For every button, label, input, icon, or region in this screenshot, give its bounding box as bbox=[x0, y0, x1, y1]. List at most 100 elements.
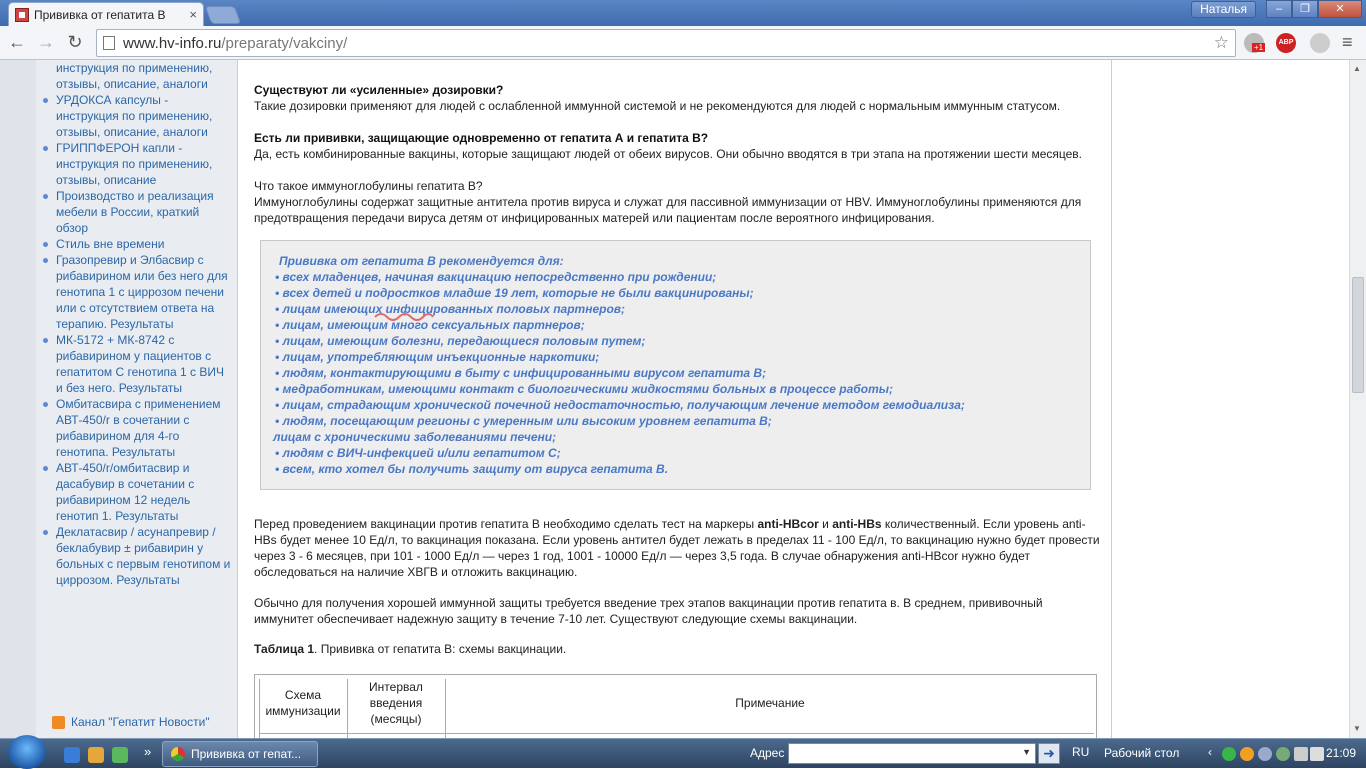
tray-icon[interactable] bbox=[1258, 747, 1272, 761]
sidebar-link[interactable]: Стиль вне времени bbox=[43, 236, 234, 252]
tab-title: Прививка от гепатита В bbox=[34, 7, 166, 22]
tab-close-icon[interactable]: × bbox=[189, 7, 197, 22]
faq-answer: Иммуноглобулины содержат защитные антите… bbox=[254, 195, 1082, 225]
extension-icon[interactable] bbox=[1310, 33, 1330, 53]
table-header-cell: Схема иммунизации bbox=[265, 688, 341, 718]
tray-icon[interactable] bbox=[1222, 747, 1236, 761]
faq-answer: Такие дозировки применяют для людей с ос… bbox=[254, 99, 1061, 113]
faq-question: Существуют ли «усиленные» дозировки? bbox=[254, 83, 504, 97]
sidebar-link[interactable]: инструкция по применению, отзывы, описан… bbox=[56, 60, 234, 92]
rss-link[interactable]: Канал "Гепатит Новости" bbox=[52, 715, 210, 729]
faq-dosage: Существуют ли «усиленные» дозировки? Так… bbox=[254, 82, 1100, 114]
page-left-margin bbox=[0, 60, 36, 738]
paragraph-text: Перед проведением вакцинации против гепа… bbox=[254, 517, 758, 531]
faq-question: Что такое иммуноглобулины гепатита В? bbox=[254, 179, 483, 193]
marker-anti-hbs: anti-HBs bbox=[832, 517, 882, 531]
sidebar-link[interactable]: Омбитасвира с применением АВТ-450/r в со… bbox=[43, 396, 234, 460]
box-item: • лицам, употребляющим инъекционные нарк… bbox=[275, 350, 600, 364]
table-caption-text: . Прививка от гепатита В: схемы вакцинац… bbox=[314, 642, 567, 656]
profile-button[interactable]: Наталья bbox=[1191, 1, 1256, 18]
sidebar-link[interactable]: ГРИППФЕРОН капли - инструкция по примене… bbox=[43, 140, 234, 188]
quicklaunch-overflow-icon[interactable]: » bbox=[144, 744, 151, 759]
recommendation-box: Прививка от гепатита В рекомендуется для… bbox=[260, 240, 1091, 490]
tray-icon[interactable] bbox=[1276, 747, 1290, 761]
browser-tab[interactable]: Прививка от гепатита В × bbox=[8, 2, 204, 26]
paint-icon[interactable] bbox=[112, 747, 128, 763]
url-text[interactable]: www.hv-info.ru/preparaty/vakciny/ bbox=[123, 35, 347, 52]
box-item: • всем, кто хотел бы получить защиту от … bbox=[275, 462, 669, 476]
address-toolbar-label: Адрес bbox=[750, 746, 785, 760]
address-bar[interactable]: www.hv-info.ru/preparaty/vakciny/ ☆ bbox=[96, 29, 1236, 57]
sidebar-link[interactable]: АВТ-450/r/омбитасвир и дасабувир в сочет… bbox=[43, 460, 234, 524]
sidebar-link[interactable]: МК-5172 + МК-8742 с рибавирином у пациен… bbox=[43, 332, 234, 396]
immunity-paragraph: Обычно для получения хорошей иммунной за… bbox=[254, 596, 1043, 626]
page-scrollbar[interactable]: ▲ ▼ bbox=[1349, 60, 1366, 738]
box-item: • лицам имеющих инфицированных половых п… bbox=[275, 302, 626, 316]
rss-label: Канал "Гепатит Новости" bbox=[71, 715, 210, 729]
rss-icon bbox=[52, 715, 65, 729]
windows-taskbar: » Прививка от гепат... Адрес ▼ ➜ RU Рабо… bbox=[0, 735, 1366, 769]
box-title: Прививка от гепатита В рекомендуется для… bbox=[279, 254, 564, 268]
sidebar-link[interactable]: УРДОКСА капсулы - инструкция по применен… bbox=[43, 92, 234, 140]
sidebar-links: инструкция по применению, отзывы, описан… bbox=[43, 60, 234, 588]
reload-button[interactable]: ↻ bbox=[64, 32, 86, 54]
box-item: • лицам, страдающим хронической почечной… bbox=[275, 398, 965, 412]
back-button[interactable]: ← bbox=[6, 32, 28, 54]
gmail-extension-icon[interactable]: +1 bbox=[1244, 33, 1266, 53]
bookmark-star-icon[interactable]: ☆ bbox=[1214, 33, 1229, 53]
address-go-button[interactable]: ➜ bbox=[1038, 743, 1060, 764]
forward-button[interactable]: → bbox=[35, 32, 57, 54]
browser-titlebar: Прививка от гепатита В × Наталья – ❐ ✕ bbox=[0, 0, 1366, 26]
new-tab-button[interactable] bbox=[204, 6, 242, 24]
box-item: • людям, контактирующими в быту с инфици… bbox=[275, 366, 767, 380]
right-column bbox=[1112, 60, 1349, 738]
scroll-up-icon[interactable]: ▲ bbox=[1353, 64, 1361, 73]
table-caption-label: Таблица 1 bbox=[254, 642, 315, 656]
taskbar-chrome-window[interactable]: Прививка от гепат... bbox=[162, 741, 318, 767]
table-border bbox=[347, 679, 348, 738]
dropdown-icon[interactable]: ▼ bbox=[1022, 747, 1031, 757]
spellcheck-squiggle-icon bbox=[374, 313, 434, 321]
media-player-icon[interactable] bbox=[64, 747, 80, 763]
table-header-cell: Интервал введения (месяцы) bbox=[369, 680, 423, 726]
marker-anti-hbcor: anti-HBcor bbox=[757, 517, 819, 531]
faq-combined: Есть ли прививки, защищающие одновременн… bbox=[254, 130, 1100, 162]
network-icon[interactable] bbox=[1294, 747, 1308, 761]
close-window-button[interactable]: ✕ bbox=[1318, 0, 1362, 18]
start-button[interactable] bbox=[8, 735, 46, 769]
language-indicator[interactable]: RU bbox=[1072, 745, 1089, 759]
box-item: лицам с хроническими заболеваниями печен… bbox=[273, 430, 557, 444]
chrome-icon bbox=[171, 747, 185, 761]
folder-icon[interactable] bbox=[88, 747, 104, 763]
window-controls: – ❐ ✕ bbox=[1266, 0, 1362, 18]
sidebar-link[interactable]: Деклатасвир / асунапревир / беклабувир ±… bbox=[43, 524, 234, 588]
volume-icon[interactable] bbox=[1310, 747, 1324, 761]
address-toolbar-input[interactable]: ▼ bbox=[788, 743, 1036, 764]
box-item: • всех детей и подростков младше 19 лет,… bbox=[275, 286, 754, 300]
sidebar-link[interactable]: Производство и реализация мебели в Росси… bbox=[43, 188, 234, 236]
scroll-down-icon[interactable]: ▼ bbox=[1353, 724, 1361, 733]
maximize-button[interactable]: ❐ bbox=[1292, 0, 1318, 18]
box-item: • людям с ВИЧ-инфекцией и/или гепатитом … bbox=[275, 446, 561, 460]
article-content: Существуют ли «усиленные» дозировки? Так… bbox=[238, 60, 1112, 738]
adblock-label: ABP bbox=[1278, 39, 1294, 46]
minimize-button[interactable]: – bbox=[1266, 0, 1292, 18]
faq-immunoglobulin: Что такое иммуноглобулины гепатита В? Им… bbox=[254, 178, 1100, 226]
taskbar-window-title: Прививка от гепат... bbox=[191, 747, 302, 761]
faq-answer: Да, есть комбинированные вакцины, которы… bbox=[254, 147, 1083, 161]
menu-wrench-icon[interactable]: ≡ bbox=[1342, 32, 1353, 53]
site-favicon-icon bbox=[15, 7, 29, 22]
page-icon bbox=[103, 36, 115, 50]
tray-expand-icon[interactable]: ‹ bbox=[1208, 745, 1212, 759]
box-item: • лицам, имеющим болезни, передающиеся п… bbox=[275, 334, 646, 348]
tray-icon[interactable] bbox=[1240, 747, 1254, 761]
adblock-extension-icon[interactable]: ABP bbox=[1276, 33, 1296, 53]
clock[interactable]: 21:09 bbox=[1326, 746, 1356, 760]
vaccination-schedule-table: Схема иммунизации Интервал введения (мес… bbox=[254, 674, 1097, 738]
browser-toolbar: ← → ↻ www.hv-info.ru/preparaty/vakciny/ … bbox=[0, 26, 1366, 60]
desktop-toolbar[interactable]: Рабочий стол bbox=[1104, 746, 1179, 760]
sidebar-link[interactable]: Гразопревир и Элбасвир с рибавирином или… bbox=[43, 252, 234, 332]
sidebar: инструкция по применению, отзывы, описан… bbox=[36, 60, 238, 738]
table-border bbox=[259, 733, 1094, 734]
scroll-thumb[interactable] bbox=[1352, 277, 1364, 393]
